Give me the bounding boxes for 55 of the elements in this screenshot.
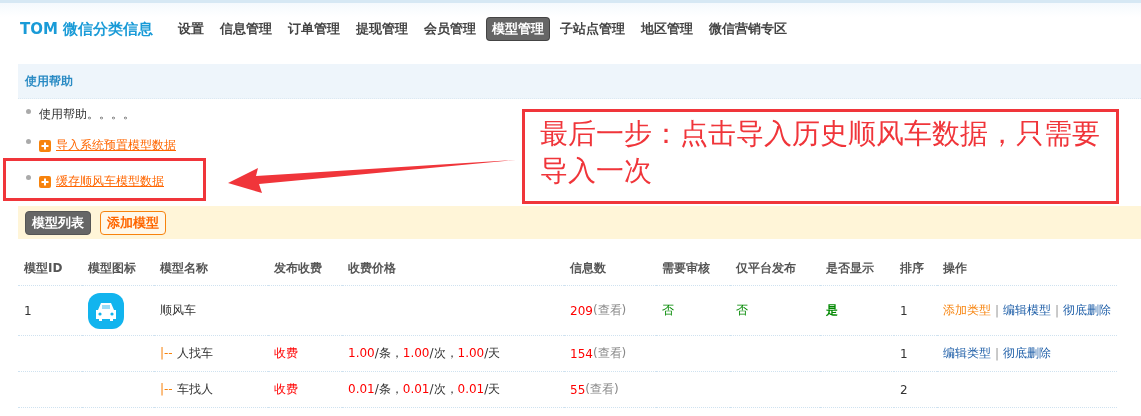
sort-value: 1 [900,303,908,318]
nav-tab[interactable]: 地区管理 [636,18,699,40]
price-text: 1.00/条，1.00/次，1.00/天 [348,345,501,362]
review-value: 否 [662,302,674,319]
fee-status: 收费 [274,381,298,398]
action-link[interactable]: 编辑模型 [1003,302,1052,319]
action-link[interactable]: 彻底删除 [1003,345,1052,362]
sort-value: 1 [900,346,908,361]
model-name: 顺风车 [160,302,196,319]
nav-tab[interactable]: 提现管理 [351,18,414,40]
fee-status: 收费 [274,345,298,362]
column-header: 需要审核 [662,259,710,277]
action-link[interactable]: 编辑类型 [943,345,991,362]
column-header: 模型ID [24,259,63,277]
column-header: 收费价格 [348,259,396,277]
column-header: 发布收费 [274,259,322,277]
nav-tab[interactable]: 模型管理 [487,18,550,40]
plus-icon [39,139,51,152]
column-header: 模型图标 [88,259,136,277]
separator: | [995,346,1000,361]
visible-value: 是 [826,302,838,319]
action-link[interactable]: 彻底删除 [1063,302,1112,319]
help-text: 使用帮助。。。。 [39,105,135,123]
car-icon [88,292,124,329]
info-count: 209 [570,303,593,318]
info-count: 55 [570,382,586,397]
column-header: 是否显示 [826,259,874,277]
column-header: 模型名称 [160,259,208,277]
separator: | [1055,303,1060,318]
nav-tab[interactable]: 子站点管理 [555,18,631,40]
column-header: 仅平台发布 [736,259,796,277]
annotation-note: 最后一步：点击导入历史顺风车数据，只需要导入一次 [522,109,1119,204]
type-name: |-- 人找车 [160,345,213,362]
info-count: 154 [570,346,593,361]
nav-tab[interactable]: 会员管理 [419,18,482,40]
nav-tab[interactable]: 订单管理 [283,18,346,40]
section-title: 使用帮助 [25,72,73,90]
column-header: 操作 [943,259,967,277]
list-tab[interactable]: 模型列表 [25,210,91,235]
column-header: 排序 [900,259,924,277]
type-name: |-- 车找人 [160,381,213,398]
price-text: 0.01/条，0.01/次，0.01/天 [348,381,501,398]
view-link[interactable]: (查看) [592,345,627,362]
plus-icon [39,175,51,188]
model-id: 1 [24,303,32,318]
view-link[interactable]: (查看) [592,302,627,319]
sort-value: 2 [900,382,908,397]
separator: | [995,303,1000,318]
nav-tab[interactable]: 设置 [173,18,210,40]
nav-tab[interactable]: 微信营销专区 [704,18,793,40]
platform-value: 否 [736,302,748,319]
column-header: 信息数 [570,259,606,277]
view-link[interactable]: (查看) [585,381,619,398]
nav-tab[interactable]: 信息管理 [215,18,278,40]
app-title: TOM 微信分类信息 [20,19,154,39]
